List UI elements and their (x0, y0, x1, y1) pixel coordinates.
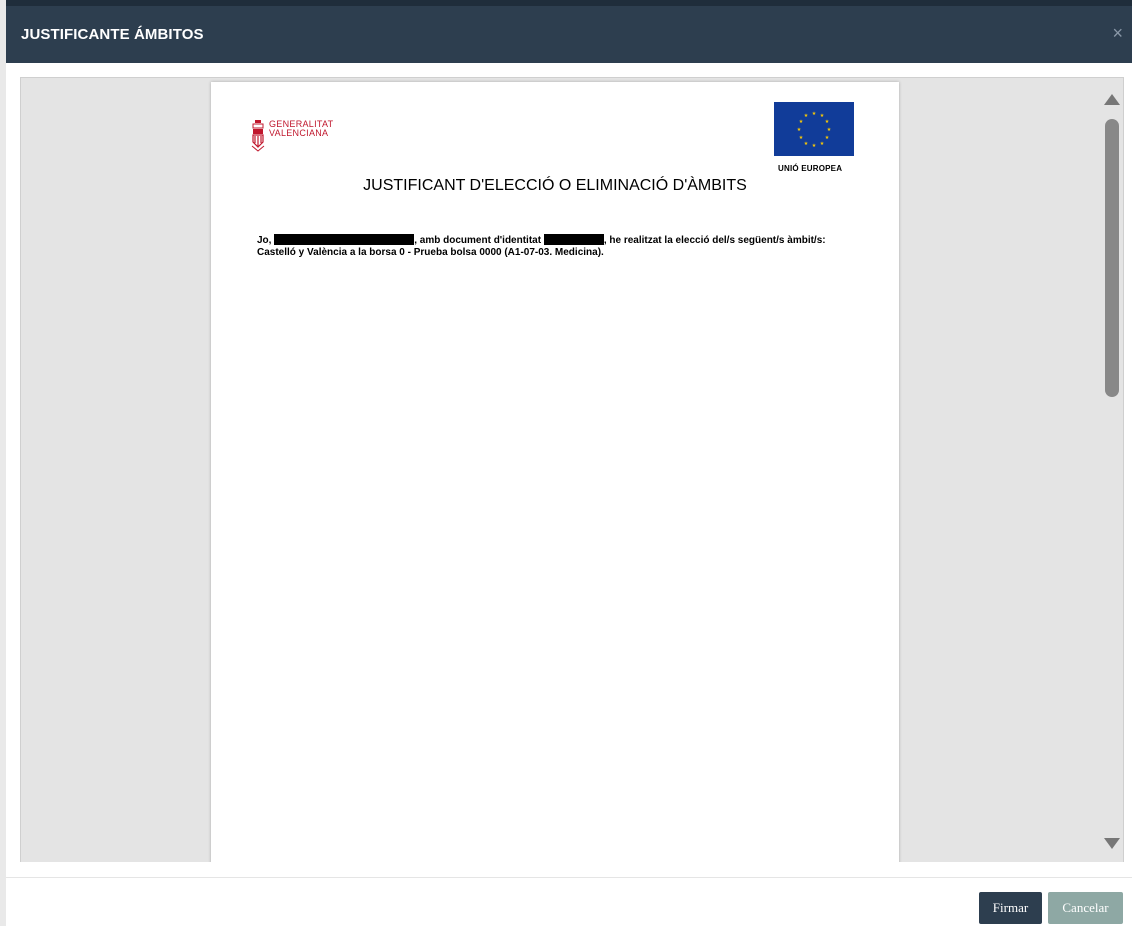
modal-title: JUSTIFICANTE ÁMBITOS (21, 26, 204, 43)
body-text-2: , amb document d'identitat (414, 235, 544, 246)
eu-stars-icon: ★ ★ ★ ★ ★ ★ ★ ★ ★ ★ ★ ★ (797, 111, 832, 149)
document-body: Jo, , amb document d'identitat , he real… (257, 234, 857, 259)
eu-label: UNIÓ EUROPEA (778, 164, 843, 173)
svg-text:★: ★ (820, 141, 825, 147)
svg-text:★: ★ (825, 135, 830, 141)
svg-text:★: ★ (804, 113, 809, 119)
generalitat-emblem-icon (251, 120, 265, 152)
generalitat-text: GENERALITAT VALENCIANA (269, 120, 333, 138)
svg-text:★: ★ (799, 119, 804, 125)
modal-body: GENERALITAT VALENCIANA ★ ★ ★ ★ ★ ★ ★ ★ ★… (6, 63, 1132, 878)
modal-footer: Firmar Cancelar (6, 877, 1132, 927)
svg-text:★: ★ (812, 111, 817, 117)
svg-text:★: ★ (804, 141, 809, 147)
cancel-button[interactable]: Cancelar (1048, 892, 1123, 924)
pdf-viewer[interactable]: GENERALITAT VALENCIANA ★ ★ ★ ★ ★ ★ ★ ★ ★… (20, 77, 1124, 862)
redacted-name (274, 234, 415, 245)
eu-flag-icon: ★ ★ ★ ★ ★ ★ ★ ★ ★ ★ ★ ★ (774, 102, 854, 156)
document-title: JUSTIFICANT D'ELECCIÓ O ELIMINACIÓ D'ÀMB… (363, 177, 747, 194)
vertical-scrollbar[interactable] (1101, 78, 1123, 862)
svg-text:★: ★ (812, 143, 817, 149)
redacted-id (543, 234, 604, 245)
sign-button[interactable]: Firmar (979, 892, 1042, 924)
body-text-1: Jo, (257, 235, 275, 246)
svg-text:★: ★ (797, 127, 802, 133)
close-icon[interactable]: × (1112, 24, 1123, 42)
scroll-up-icon[interactable] (1104, 94, 1120, 105)
pdf-page: GENERALITAT VALENCIANA ★ ★ ★ ★ ★ ★ ★ ★ ★… (211, 82, 899, 862)
generalitat-text-line2: VALENCIANA (269, 128, 329, 138)
svg-text:★: ★ (825, 119, 830, 125)
generalitat-valenciana-logo: GENERALITAT VALENCIANA (251, 120, 333, 152)
scroll-down-icon[interactable] (1104, 838, 1120, 849)
scroll-thumb[interactable] (1105, 119, 1119, 397)
modal-header: JUSTIFICANTE ÁMBITOS × (6, 6, 1132, 63)
svg-text:★: ★ (827, 127, 832, 133)
svg-text:★: ★ (799, 135, 804, 141)
